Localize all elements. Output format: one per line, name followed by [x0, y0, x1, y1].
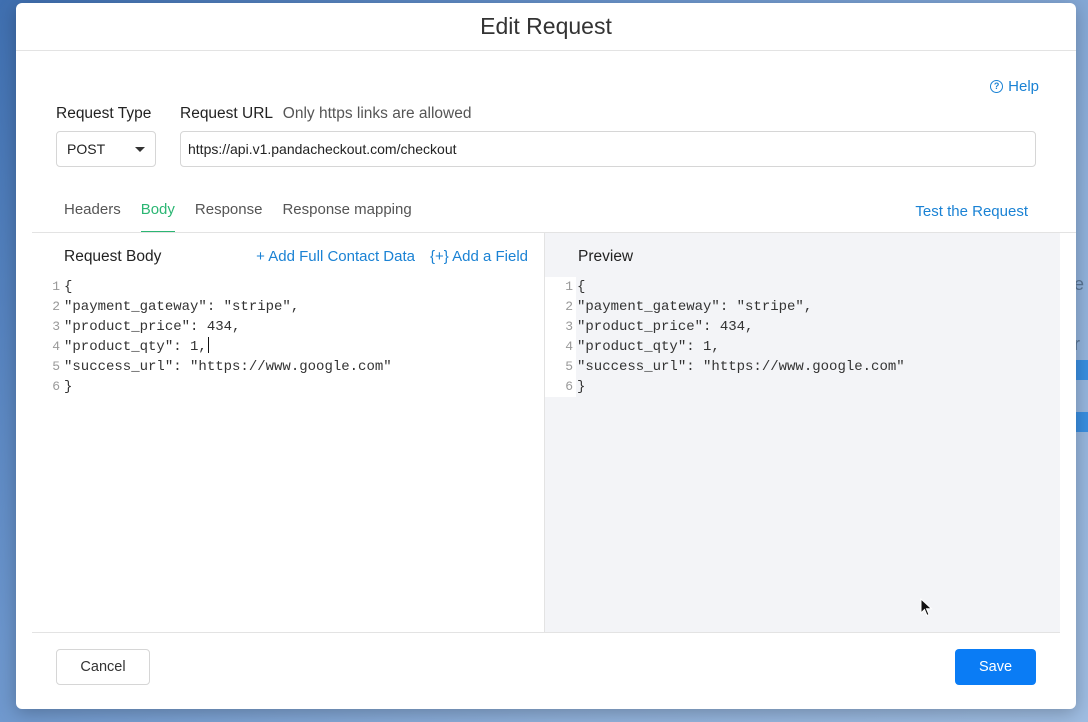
tab-body[interactable]: Body: [140, 195, 176, 233]
preview-title: Preview: [578, 248, 634, 265]
line-number: 2: [52, 299, 60, 314]
request-url-hint: Only https links are allowed: [282, 105, 472, 122]
line-number: 4: [52, 339, 60, 354]
request-body-panel: Request Body + Add Full Contact Data {+}…: [32, 233, 545, 632]
body-actions: + Add Full Contact Data {+} Add a Field: [256, 248, 528, 265]
help-label: Help: [1008, 78, 1039, 95]
line-number: 6: [52, 379, 60, 394]
code-line: 5 "success_url": "https://www.google.com": [545, 357, 905, 377]
code-text: "product_qty": 1,: [577, 339, 720, 355]
code-line: 1{: [545, 277, 905, 297]
line-number: 3: [52, 319, 60, 334]
code-text: {: [64, 279, 73, 295]
test-request-link[interactable]: Test the Request: [915, 203, 1028, 220]
code-text: "success_url": "https://www.google.com": [577, 359, 905, 375]
line-number: 5: [545, 357, 576, 377]
code-text: "payment_gateway": "stripe",: [64, 299, 300, 315]
code-text: {: [577, 279, 586, 295]
preview-code: 1{ 2 "payment_gateway": "stripe", 3 "produ…: [545, 277, 905, 397]
modal-header: Edit Request: [16, 3, 1076, 51]
line-number: 6: [545, 377, 576, 397]
request-type-select[interactable]: POST: [56, 131, 156, 167]
code-text: "product_price": 434,: [64, 319, 241, 335]
line-number: 3: [545, 317, 576, 337]
code-text: }: [577, 379, 586, 395]
add-full-contact-data-link[interactable]: + Add Full Contact Data: [256, 248, 415, 265]
add-field-link[interactable]: {+} Add a Field: [430, 248, 528, 265]
request-type-label: Request Type: [56, 105, 152, 122]
code-line: 5 "success_url": "https://www.google.com": [32, 357, 392, 377]
tab-response-mapping[interactable]: Response mapping: [282, 195, 411, 233]
code-text: }: [64, 379, 73, 395]
code-text: "success_url": "https://www.google.com": [64, 359, 392, 375]
line-number: 5: [52, 359, 60, 374]
request-url-label: Request URL Only https links are allowed: [180, 105, 471, 123]
code-line: 4 "product_qty": 1,: [545, 337, 905, 357]
mouse-pointer-icon: [920, 598, 933, 617]
request-url-label-text: Request URL: [180, 105, 273, 122]
caret-down-icon: [135, 147, 145, 152]
code-line: 3 "product_price": 434,: [32, 317, 392, 337]
line-number: 4: [545, 337, 576, 357]
help-link[interactable]: ? Help: [990, 78, 1039, 95]
request-type-value: POST: [67, 141, 106, 157]
save-button[interactable]: Save: [955, 649, 1036, 685]
code-text: "product_qty": 1,: [64, 339, 207, 355]
code-line: 6}: [545, 377, 905, 397]
tab-headers[interactable]: Headers: [64, 195, 121, 233]
code-line: 2 "payment_gateway": "stripe",: [545, 297, 905, 317]
request-body-editor[interactable]: 1{ 2 "payment_gateway": "stripe", 3 "produ…: [32, 277, 392, 397]
code-line: 3 "product_price": 434,: [545, 317, 905, 337]
edit-request-modal: Edit Request ? Help Request Type Request…: [16, 3, 1076, 709]
text-cursor: [207, 337, 209, 353]
code-text: "payment_gateway": "stripe",: [577, 299, 813, 315]
tab-response[interactable]: Response: [195, 195, 263, 233]
code-line: 2 "payment_gateway": "stripe",: [32, 297, 392, 317]
line-number: 2: [545, 297, 576, 317]
tab-bar: Headers Body Response Response mapping: [64, 195, 412, 233]
line-number: 1: [52, 279, 60, 294]
modal-title: Edit Request: [480, 13, 612, 39]
code-text: "product_price": 434,: [577, 319, 754, 335]
request-url-input[interactable]: [180, 131, 1036, 167]
code-line: 1{: [32, 277, 392, 297]
cancel-button[interactable]: Cancel: [56, 649, 150, 685]
footer-divider: [32, 632, 1060, 633]
code-line: 4 "product_qty": 1,: [32, 337, 392, 357]
preview-panel: Preview 1{ 2 "payment_gateway": "stripe",…: [545, 233, 1060, 632]
line-number: 1: [545, 277, 576, 297]
question-circle-icon: ?: [990, 80, 1004, 93]
request-body-title: Request Body: [64, 248, 162, 265]
code-line: 6}: [32, 377, 392, 397]
